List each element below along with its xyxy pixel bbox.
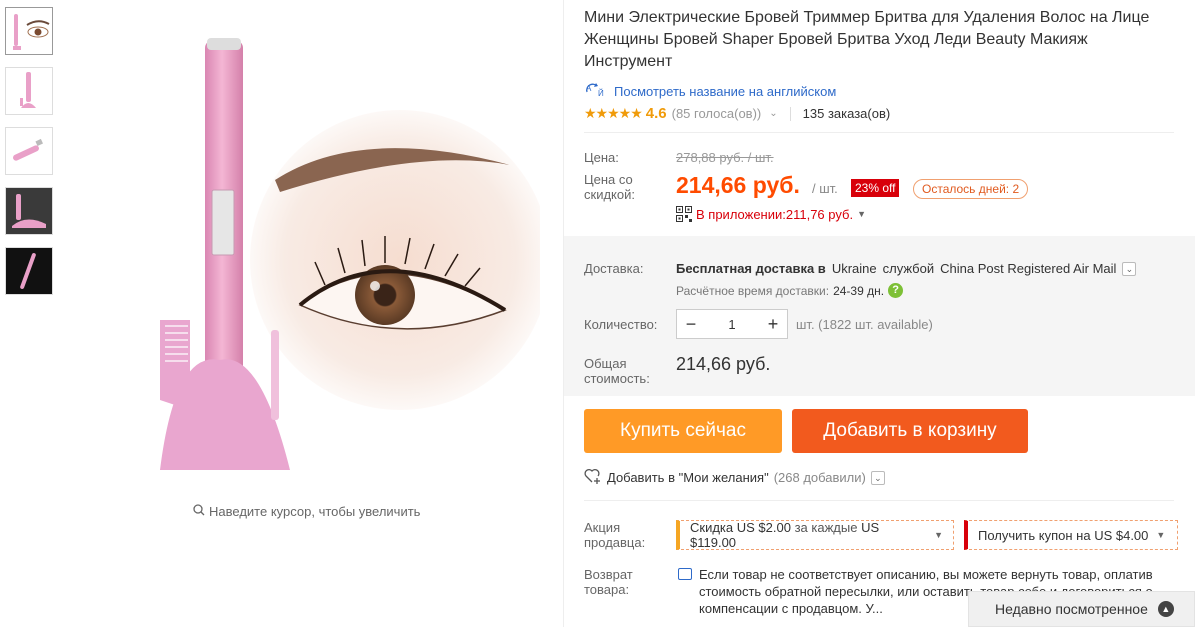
minus-icon[interactable]: −	[677, 314, 705, 335]
caret-down-icon: ▼	[857, 209, 866, 219]
shipping-carrier: China Post Registered Air Mail	[940, 261, 1117, 276]
quantity-label: Количество:	[584, 317, 658, 332]
separator	[789, 106, 791, 121]
eta-value: 24-39 дн.	[833, 283, 885, 298]
divider	[584, 132, 1174, 133]
rating-value: 4.6	[645, 105, 667, 122]
quantity-input[interactable]: 1	[705, 317, 759, 332]
free-shipping-text: Бесплатная доставка в	[676, 261, 826, 276]
old-price: 278,88 руб. / шт.	[676, 150, 774, 165]
heart-plus-icon	[584, 468, 602, 487]
eta-label: Расчётное время доставки:	[676, 283, 830, 298]
discount-price-label: Цена со скидкой:	[584, 172, 635, 202]
thumbnail-trimmer[interactable]	[5, 67, 53, 115]
plus-icon[interactable]: +	[759, 314, 787, 335]
orders-count: 135 заказа(ов)	[802, 106, 891, 121]
delivery-estimate: Расчётное время доставки: 24-39 дн. ?	[676, 283, 904, 298]
app-price[interactable]: В приложении:211,76 руб. ▼	[676, 206, 866, 222]
thumbnail-trimmer-dark[interactable]	[5, 187, 53, 235]
main-product-image[interactable]	[120, 30, 550, 490]
total-label: Общая стоимость:	[584, 356, 650, 386]
translate-icon: AЙ	[584, 82, 608, 101]
zoom-hint-text: Наведите курсор, чтобы увеличить	[209, 504, 421, 519]
translate-link-text: Посмотреть название на английском	[614, 84, 837, 99]
get-coupon-promo[interactable]: Получить купон на US $4.00 ▼	[964, 520, 1178, 550]
product-title: Мини Электрические Бровей Триммер Бритва…	[584, 9, 1150, 70]
translate-link[interactable]: AЙ Посмотреть название на английском	[584, 82, 836, 101]
qr-code-icon	[676, 206, 692, 222]
quantity-available: шт. (1822 шт. available)	[796, 317, 933, 332]
discount-badge: 23% off	[851, 179, 900, 197]
caret-down-icon: ▼	[1156, 530, 1166, 540]
return-icon	[678, 568, 692, 580]
wishlist-text: Добавить в "Мои желания"	[607, 470, 769, 485]
recently-viewed-bar[interactable]: Недавно посмотренное ▲	[968, 591, 1195, 627]
wishlist-count: (268 добавили)	[773, 470, 866, 485]
discount-amount: US $2.00	[736, 520, 791, 535]
zoom-hint: Наведите курсор, чтобы увеличить	[193, 504, 420, 519]
votes-count[interactable]: (85 голоса(ов))	[672, 106, 762, 121]
shipping-info: Бесплатная доставка в Ukraine службой Ch…	[676, 261, 1137, 276]
discount-prefix: Скидка	[690, 520, 734, 535]
buy-now-button[interactable]: Купить сейчас	[584, 409, 782, 453]
thumbnail-trimmer-side[interactable]	[5, 127, 53, 175]
shipping-options-dropdown[interactable]: ⌄	[1122, 261, 1137, 276]
coupon-prefix: Получить купон на	[978, 527, 1091, 543]
chevron-up-icon[interactable]: ▲	[1157, 601, 1174, 617]
divider	[584, 500, 1174, 501]
days-left-badge: Осталось дней: 2	[913, 179, 1029, 199]
svg-text:A: A	[586, 84, 592, 93]
recently-viewed-label: Недавно посмотренное	[995, 601, 1148, 617]
total-price: 214,66 руб.	[676, 354, 771, 374]
rating-row: ★★★★★ 4.6 (85 голоса(ов)) ⌄ 135 заказа(о…	[584, 105, 890, 122]
shipping-label: Доставка:	[584, 261, 644, 276]
discount-mid: за каждые	[794, 520, 858, 535]
add-to-cart-button[interactable]: Добавить в корзину	[792, 409, 1028, 453]
current-price: 214,66 руб.	[676, 172, 800, 198]
wishlist-link[interactable]: Добавить в "Мои желания" (268 добавили) …	[584, 468, 885, 487]
returns-label: Возврат товара:	[584, 567, 633, 597]
thumbnail-list	[5, 7, 53, 307]
svg-text:Й: Й	[598, 89, 604, 98]
star-rating-icon: ★★★★★	[584, 105, 643, 121]
app-price-text: В приложении:211,76 руб.	[696, 206, 854, 222]
chevron-down-icon[interactable]: ⌄	[769, 108, 777, 119]
seller-promo-label: Акция продавца:	[584, 520, 646, 550]
wishlist-dropdown[interactable]: ⌄	[870, 470, 885, 485]
caret-down-icon: ▼	[934, 530, 943, 540]
price-label: Цена:	[584, 150, 619, 165]
price-per-unit: / шт.	[812, 181, 838, 196]
seller-discount-promo[interactable]: Скидка US $2.00 за каждые US $119.00 ▼	[676, 520, 954, 550]
magnifier-icon	[193, 504, 205, 519]
shipping-country: Ukraine	[831, 261, 877, 276]
shipping-via: службой	[882, 261, 935, 276]
thumbnail-eye[interactable]	[5, 7, 53, 55]
quantity-stepper: − 1 +	[676, 309, 788, 339]
thumbnail-trimmer-black[interactable]	[5, 247, 53, 295]
help-icon[interactable]: ?	[888, 283, 904, 298]
coupon-amount: US $4.00	[1094, 527, 1149, 543]
